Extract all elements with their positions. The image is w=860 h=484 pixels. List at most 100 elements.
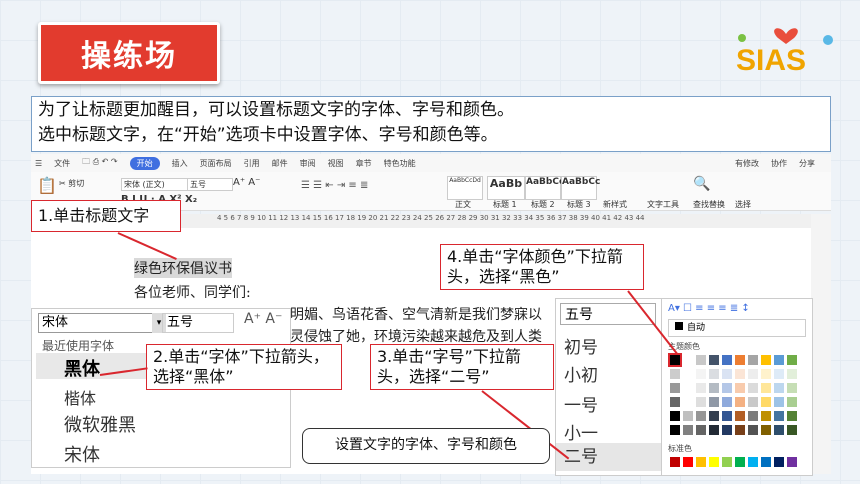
theme-color-swatch[interactable]: [709, 383, 719, 393]
theme-color-swatch[interactable]: [670, 397, 680, 407]
font-color-toolbar-icons[interactable]: A▾ ☐ ≡ ≡ ≡ ≣ ↕: [668, 303, 750, 314]
theme-color-swatch[interactable]: [787, 397, 797, 407]
menu-file[interactable]: 文件: [54, 158, 70, 169]
theme-color-swatch[interactable]: [696, 397, 706, 407]
theme-color-swatch[interactable]: [735, 425, 745, 435]
hamburger-icon[interactable]: ☰: [35, 159, 42, 168]
tab-references[interactable]: 引用: [244, 158, 260, 169]
grow-shrink-font-icon[interactable]: A⁺ A⁻: [233, 177, 260, 188]
theme-color-swatch[interactable]: [748, 425, 758, 435]
theme-color-swatch[interactable]: [696, 425, 706, 435]
theme-color-swatch[interactable]: [787, 425, 797, 435]
font-item-heiti[interactable]: 黑体: [64, 355, 100, 381]
theme-color-swatch[interactable]: [774, 383, 784, 393]
font-item-kaiti[interactable]: 楷体: [64, 385, 96, 409]
font-size-input[interactable]: 五号: [162, 313, 234, 333]
paste-icon[interactable]: 📋: [37, 176, 57, 195]
theme-color-swatch[interactable]: [787, 411, 797, 421]
theme-color-swatch[interactable]: [761, 355, 771, 365]
theme-color-swatch[interactable]: [722, 355, 732, 365]
style-normal[interactable]: AaBbCcDd: [447, 176, 483, 200]
theme-color-swatch[interactable]: [748, 397, 758, 407]
theme-color-swatch[interactable]: [696, 383, 706, 393]
theme-color-swatch[interactable]: [670, 425, 680, 435]
theme-color-swatch[interactable]: [774, 425, 784, 435]
text-tools-button[interactable]: 文字工具: [647, 199, 679, 210]
theme-color-swatch[interactable]: [761, 383, 771, 393]
theme-color-swatch[interactable]: [735, 397, 745, 407]
theme-color-swatch[interactable]: [683, 383, 693, 393]
size-item-xiaochu[interactable]: 小初: [556, 361, 662, 386]
tab-features[interactable]: 特色功能: [384, 158, 416, 169]
ribbon-size-select[interactable]: 五号: [187, 178, 233, 191]
theme-color-swatch[interactable]: [735, 383, 745, 393]
size-item-chuhao[interactable]: 初号: [556, 333, 662, 358]
theme-color-swatch[interactable]: [722, 411, 732, 421]
theme-color-swatch[interactable]: [709, 369, 719, 379]
theme-color-swatch[interactable]: [670, 369, 680, 379]
find-replace-button[interactable]: 查找替换: [693, 199, 725, 210]
theme-color-swatch[interactable]: [696, 411, 706, 421]
cut-button[interactable]: ✂ 剪切: [59, 178, 84, 189]
style-heading3[interactable]: AaBbCc: [561, 176, 600, 200]
theme-color-swatch[interactable]: [696, 369, 706, 379]
theme-color-swatch[interactable]: [722, 397, 732, 407]
grow-font-icon[interactable]: A⁺ A⁻: [244, 311, 282, 327]
theme-color-swatch[interactable]: [787, 355, 797, 365]
font-item-songti[interactable]: 宋体: [64, 441, 100, 467]
tab-home[interactable]: 开始: [129, 156, 160, 170]
standard-color-swatch[interactable]: [774, 457, 784, 467]
tab-mailings[interactable]: 邮件: [272, 158, 288, 169]
theme-color-swatch[interactable]: [683, 355, 693, 365]
theme-color-swatch[interactable]: [761, 425, 771, 435]
search-icon[interactable]: 🔍: [693, 176, 710, 192]
font-item-yahei[interactable]: 微软雅黑: [64, 411, 136, 437]
theme-color-swatch[interactable]: [774, 369, 784, 379]
black-color-swatch[interactable]: [668, 353, 682, 367]
theme-color-swatch[interactable]: [735, 369, 745, 379]
size-item-xiaoyi[interactable]: 小一: [556, 419, 662, 444]
theme-color-swatch[interactable]: [761, 369, 771, 379]
theme-color-swatch[interactable]: [683, 411, 693, 421]
doc-heading[interactable]: 绿色环保倡议书: [134, 258, 232, 278]
theme-color-swatch[interactable]: [735, 355, 745, 365]
tab-insert[interactable]: 插入: [172, 158, 188, 169]
standard-color-swatch[interactable]: [696, 457, 706, 467]
tab-section[interactable]: 章节: [356, 158, 372, 169]
theme-color-swatch[interactable]: [774, 397, 784, 407]
theme-color-swatch[interactable]: [761, 397, 771, 407]
standard-color-swatch[interactable]: [722, 457, 732, 467]
standard-color-swatch[interactable]: [735, 457, 745, 467]
theme-color-swatch[interactable]: [761, 411, 771, 421]
theme-color-swatch[interactable]: [722, 383, 732, 393]
theme-color-swatch[interactable]: [748, 411, 758, 421]
theme-color-swatch[interactable]: [709, 355, 719, 365]
style-heading1[interactable]: AaBb: [487, 176, 525, 200]
theme-color-swatch[interactable]: [670, 411, 680, 421]
theme-color-swatch[interactable]: [722, 369, 732, 379]
auto-color-option[interactable]: 自动: [668, 319, 806, 337]
theme-color-swatch[interactable]: [748, 369, 758, 379]
theme-color-swatch[interactable]: [696, 355, 706, 365]
standard-color-swatch[interactable]: [787, 457, 797, 467]
new-style-button[interactable]: 新样式: [603, 199, 627, 210]
theme-color-swatch[interactable]: [787, 369, 797, 379]
standard-color-swatch[interactable]: [683, 457, 693, 467]
style-heading2[interactable]: AaBbCc: [525, 176, 564, 200]
share-button[interactable]: 分享: [799, 158, 815, 169]
theme-color-swatch[interactable]: [683, 369, 693, 379]
font-name-input[interactable]: 宋体: [38, 313, 158, 333]
theme-color-swatch[interactable]: [748, 383, 758, 393]
standard-color-swatch[interactable]: [709, 457, 719, 467]
ribbon-font-select[interactable]: 宋体 (正文): [121, 178, 189, 191]
select-button[interactable]: 选择: [735, 199, 751, 210]
collaborate-button[interactable]: 协作: [771, 158, 787, 169]
theme-color-swatch[interactable]: [774, 355, 784, 365]
standard-color-swatch[interactable]: [761, 457, 771, 467]
theme-color-swatch[interactable]: [683, 425, 693, 435]
theme-color-swatch[interactable]: [709, 425, 719, 435]
theme-color-swatch[interactable]: [748, 355, 758, 365]
tab-review[interactable]: 审阅: [300, 158, 316, 169]
size-item-erhao[interactable]: 二号: [556, 443, 662, 471]
tab-view[interactable]: 视图: [328, 158, 344, 169]
